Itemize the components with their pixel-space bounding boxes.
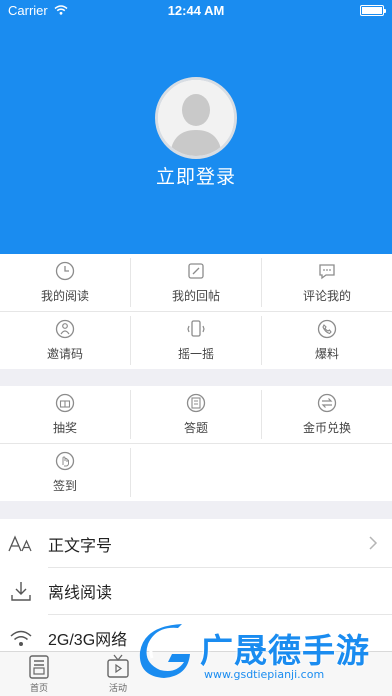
grid-item-lottery[interactable]: 抽奖 xyxy=(0,386,130,443)
quiz-icon xyxy=(186,393,206,413)
carrier-label: Carrier xyxy=(8,2,48,18)
tab-label: 活动 xyxy=(108,683,127,693)
font-size-icon xyxy=(6,531,36,557)
grid-item-label: 签到 xyxy=(52,479,77,493)
watermark: 广晟德手游 www.gsdtiepianji.com xyxy=(138,620,392,696)
user-menu-grid: 我的阅读 我的回帖 评论我的 邀请码 摇一摇 爆料 xyxy=(0,254,392,369)
grid-item-check-in[interactable]: 签到 xyxy=(0,444,130,501)
comment-icon xyxy=(319,264,335,280)
grid-item-invite-code[interactable]: 邀请码 xyxy=(0,312,130,369)
watermark-text: 广晟德手游 xyxy=(200,632,370,669)
grid-item-label: 邀请码 xyxy=(46,347,83,361)
wifi-status-icon xyxy=(54,5,68,15)
exchange-icon xyxy=(317,393,337,413)
settings-row-label: 离线阅读 xyxy=(48,585,113,602)
default-user-icon xyxy=(158,80,234,156)
battery-icon xyxy=(360,4,386,16)
grid-item-my-reading[interactable]: 我的阅读 xyxy=(0,254,130,311)
edit-icon xyxy=(188,263,204,279)
grid-item-coin-exchange[interactable]: 金币兑换 xyxy=(262,386,392,443)
phone-icon xyxy=(317,319,337,339)
divider xyxy=(130,258,131,307)
divider xyxy=(261,258,262,307)
divider xyxy=(261,390,262,439)
grid-item-shake[interactable]: 摇一摇 xyxy=(131,312,261,369)
divider xyxy=(261,316,262,365)
home-icon xyxy=(29,655,49,679)
tv-icon xyxy=(107,654,129,678)
checkin-icon xyxy=(55,451,75,471)
settings-row-label: 2G/3G网络 xyxy=(48,632,128,649)
wifi-icon xyxy=(6,625,36,651)
grid-item-label: 摇一摇 xyxy=(177,347,214,361)
tab-label: 首页 xyxy=(29,683,48,693)
grid-item-label: 金币兑换 xyxy=(302,421,351,435)
grid-item-my-replies[interactable]: 我的回帖 xyxy=(131,254,261,311)
watermark-url: www.gsdtiepianji.com xyxy=(204,668,325,681)
login-button[interactable]: 立即登录 xyxy=(0,162,392,189)
clock-icon xyxy=(55,261,75,281)
shake-icon xyxy=(187,320,205,337)
download-icon xyxy=(6,578,36,604)
divider xyxy=(0,443,392,444)
tab-home[interactable]: 首页 xyxy=(9,654,69,694)
grid-item-label: 爆料 xyxy=(314,347,339,361)
watermark-logo-icon xyxy=(139,624,190,678)
profile-header: 立即登录 xyxy=(0,20,392,254)
grid-item-tip-off[interactable]: 爆料 xyxy=(262,312,392,369)
grid-item-label: 我的回帖 xyxy=(171,289,220,303)
divider xyxy=(130,316,131,365)
divider xyxy=(130,390,131,439)
grid-item-label: 抽奖 xyxy=(52,421,77,435)
grid-item-label: 评论我的 xyxy=(302,289,351,303)
grid-item-label: 答题 xyxy=(183,421,208,435)
settings-row-label: 正文字号 xyxy=(48,538,113,555)
status-bar: Carrier 12:44 AM xyxy=(0,0,392,20)
settings-row-font-size[interactable]: 正文字号 xyxy=(0,521,392,567)
invite-icon xyxy=(55,319,75,339)
grid-item-quiz[interactable]: 答题 xyxy=(131,386,261,443)
settings-row-offline-reading[interactable]: 离线阅读 xyxy=(0,568,392,614)
gift-icon xyxy=(55,393,75,413)
grid-item-label: 我的阅读 xyxy=(40,289,89,303)
avatar[interactable] xyxy=(155,77,237,159)
grid-item-comments-on-me[interactable]: 评论我的 xyxy=(262,254,392,311)
chevron-right-icon xyxy=(369,536,378,550)
divider xyxy=(0,311,392,312)
divider xyxy=(130,448,131,497)
activity-menu-grid: 抽奖 答题 金币兑换 签到 xyxy=(0,386,392,501)
